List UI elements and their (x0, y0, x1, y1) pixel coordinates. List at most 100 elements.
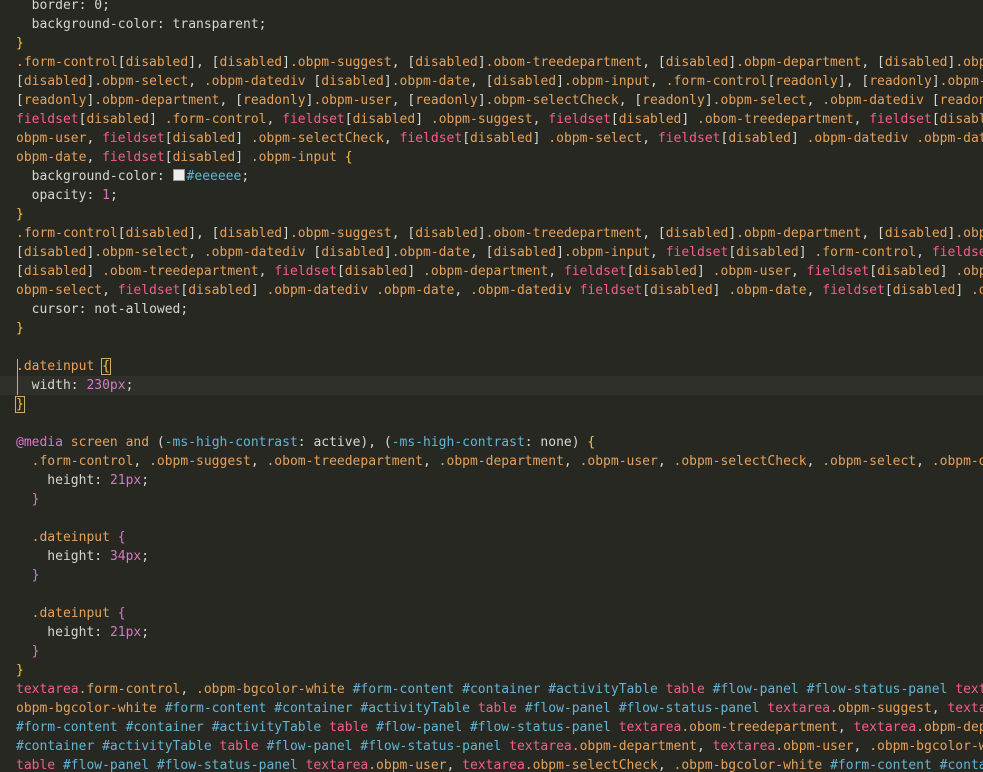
code-line[interactable]: #form-content #container #activityTable … (0, 718, 983, 737)
code-token: , (188, 74, 204, 89)
code-token: .obpm-date (728, 283, 807, 298)
code-line[interactable]: .form-control[disabled], [disabled].obpm… (0, 224, 983, 243)
code-token: ] (728, 226, 737, 241)
code-token: ] (407, 264, 424, 279)
code-line[interactable]: height: 21px; (0, 471, 983, 490)
code-line[interactable]: [disabled].obpm-select, .obpm-datediv [d… (0, 72, 983, 91)
code-line[interactable]: } (0, 490, 983, 509)
code-token: disabled (172, 150, 236, 165)
code-line[interactable]: } (0, 642, 983, 661)
code-token: } (16, 207, 24, 222)
code-line[interactable]: height: 21px; (0, 623, 983, 642)
code-line[interactable]: } (0, 566, 983, 585)
code-line[interactable]: } (0, 34, 983, 53)
code-token: 21px (109, 473, 142, 488)
code-token: , (806, 283, 823, 298)
code-line[interactable]: cursor: not-allowed; (0, 300, 983, 319)
code-token: [ (462, 131, 471, 146)
code-token: , (806, 454, 823, 469)
code-line[interactable]: height: 34px; (0, 547, 983, 566)
code-token: , (446, 758, 463, 772)
code-line[interactable]: border: 0; (0, 0, 983, 15)
code-line[interactable]: background-color: #eeeeee; (0, 167, 983, 186)
code-token: ] (149, 112, 165, 127)
code-token: ; (125, 378, 134, 393)
code-line[interactable]: obpm-date, fieldset[disabled] .obpm-inpu… (0, 148, 983, 167)
code-line[interactable]: background-color: transparent; (0, 15, 983, 34)
code-line[interactable]: .form-control, .obpm-suggest, .obom-tree… (0, 452, 983, 471)
code-token: } (16, 36, 24, 51)
code-token: #flow-status-panel (618, 701, 760, 716)
code-line[interactable]: } (0, 319, 983, 338)
code-token: textar (955, 682, 983, 697)
code-token: #flow-status-panel (360, 739, 502, 754)
code-token: .obpm-datediv (203, 74, 306, 89)
code-line[interactable]: .form-control[disabled], [disabled].obpm… (0, 53, 983, 72)
code-token: disabled (650, 283, 713, 298)
code-line[interactable]: .dateinput { (0, 604, 983, 623)
color-swatch-icon[interactable] (172, 169, 185, 181)
code-token: { (117, 606, 126, 621)
code-token: , [ (861, 226, 885, 241)
code-line[interactable]: #container #activityTable table #flow-pa… (0, 737, 983, 756)
code-line[interactable]: [disabled] .obom-treedepartment, fieldse… (0, 262, 983, 281)
code-token: background-color (16, 17, 157, 32)
code-line[interactable]: } (0, 661, 983, 680)
code-line[interactable] (0, 509, 983, 528)
code-token: , [ (618, 93, 643, 108)
code-token: , (548, 264, 564, 279)
code-line[interactable]: opacity: 1; (0, 186, 983, 205)
code-line[interactable]: } (0, 395, 983, 414)
code-token: , (931, 701, 948, 716)
code-token: .obpm-suggest (430, 112, 533, 127)
code-token: , (180, 682, 197, 697)
code-token: ; (109, 188, 118, 203)
code-line[interactable]: textarea.form-control, .obpm-bgcolor-whi… (0, 680, 983, 699)
code-token: ] (477, 93, 486, 108)
code-token: #flow-panel (524, 701, 611, 716)
code-line[interactable]: .dateinput { (0, 357, 983, 376)
code-line[interactable]: [disabled].obpm-select, .obpm-datediv [d… (0, 243, 983, 262)
code-token: #contain (939, 758, 983, 772)
code-line[interactable]: obpm-select, fieldset[disabled] .obpm-da… (0, 281, 983, 300)
code-token: ] (955, 283, 971, 298)
code-token: , [ (642, 55, 666, 70)
code-token: , [ (470, 74, 494, 89)
code-token: disabled (321, 74, 384, 89)
code-token: , (650, 74, 666, 89)
code-token: fieldset (399, 131, 463, 146)
code-token: 230px (86, 378, 126, 393)
code-token: disabled (665, 55, 729, 70)
code-editor[interactable]: border: 0; background-color: transparent… (0, 0, 983, 772)
code-token: .obpm-datediv (266, 283, 369, 298)
code-token: #activityTable (102, 739, 212, 754)
code-line[interactable] (0, 585, 983, 604)
code-token: disabled (665, 226, 729, 241)
code-line[interactable] (0, 338, 983, 357)
code-token: , (806, 93, 823, 108)
code-token: width (16, 378, 71, 393)
code-line[interactable]: .dateinput { (0, 528, 983, 547)
code-line[interactable]: @media screen and (-ms-high-contrast: ac… (0, 433, 983, 452)
code-line[interactable]: width: 230px; (0, 376, 983, 395)
code-token: , (86, 131, 103, 146)
code-token: [ (642, 283, 651, 298)
code-token: [ (336, 264, 345, 279)
code-token: table (219, 739, 259, 754)
code-line[interactable] (0, 414, 983, 433)
code-token: fieldset (931, 245, 983, 260)
code-line[interactable]: obpm-user, fieldset[disabled] .obpm-sele… (0, 129, 983, 148)
code-line[interactable]: [readonly].obpm-department, [readonly].o… (0, 91, 983, 110)
code-line[interactable]: fieldset[disabled] .form-control, fields… (0, 110, 983, 129)
code-line[interactable]: table #flow-panel #flow-status-panel tex… (0, 756, 983, 772)
code-token: obpm-bgcolor-white (16, 701, 157, 716)
code-token: ] (712, 283, 729, 298)
code-token: disabled (23, 264, 87, 279)
code-line[interactable]: } (0, 205, 983, 224)
code-token: fieldset (657, 131, 721, 146)
code-line[interactable]: obpm-bgcolor-white #form-content #contai… (0, 699, 983, 718)
code-token: , (423, 454, 439, 469)
